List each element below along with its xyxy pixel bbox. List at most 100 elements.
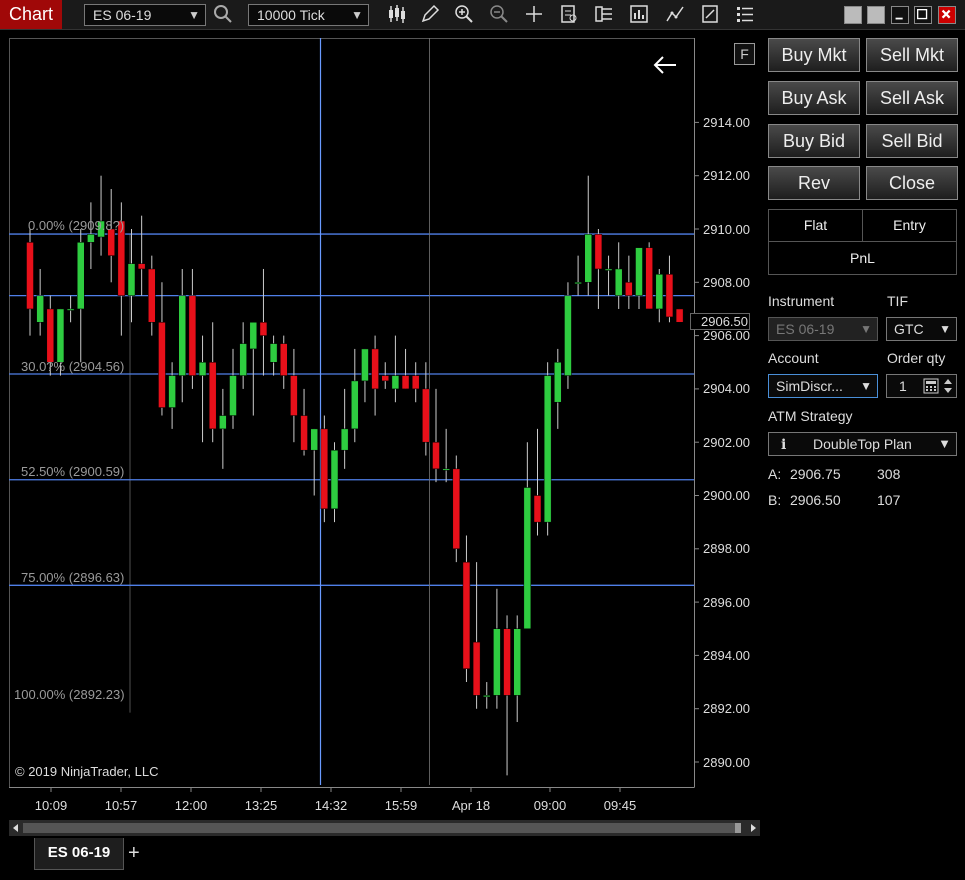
bid-label: B:	[768, 492, 782, 508]
stepper-arrows-icon[interactable]	[943, 377, 953, 395]
candle-body	[432, 441, 440, 470]
sell-mkt-button[interactable]: Sell Mkt	[866, 38, 958, 72]
fib-label: 0.00% (2909.8?)	[28, 218, 125, 233]
price-axis-label: 2910.00	[703, 222, 750, 237]
candle-body	[168, 375, 176, 408]
candle-body	[381, 375, 389, 382]
price-chart[interactable]	[9, 38, 760, 820]
tab-bar: ES 06-19 +	[0, 838, 965, 880]
candle-body	[584, 234, 592, 283]
crosshair-icon[interactable]	[523, 3, 545, 27]
indicators-icon[interactable]	[628, 3, 650, 27]
price-axis-label: 2908.00	[703, 275, 750, 290]
price-axis-label: 2892.00	[703, 701, 750, 716]
time-axis-label: 10:09	[34, 798, 68, 813]
rev-button[interactable]: Rev	[768, 166, 860, 200]
candle-body	[269, 343, 278, 363]
tif-select[interactable]: GTC ▼	[886, 317, 957, 341]
price-axis-label: 2912.00	[703, 168, 750, 183]
time-axis-label: 10:57	[104, 798, 138, 813]
interval-selector[interactable]: 10000 Tick ▼	[248, 4, 369, 26]
price-axis-label: 2894.00	[703, 648, 750, 663]
search-icon[interactable]	[212, 3, 234, 27]
chart-scrollbar[interactable]	[9, 820, 760, 836]
time-axis-label: 12:00	[174, 798, 208, 813]
instrument-selector[interactable]: ES 06-19 ▼	[84, 4, 206, 26]
candle-body	[361, 348, 369, 382]
order-qty-value: 1	[899, 378, 907, 394]
candle-body	[655, 274, 664, 310]
arrow-left-icon[interactable]	[652, 54, 678, 76]
properties-icon[interactable]	[593, 3, 615, 27]
candle-body	[635, 247, 643, 296]
price-axis-label: 2900.00	[703, 488, 750, 503]
add-tab-button[interactable]: +	[128, 842, 140, 865]
ask-size: 308	[877, 466, 901, 482]
ask-label: A:	[768, 466, 782, 482]
drawing-pencil-icon[interactable]	[419, 3, 441, 27]
sell-ask-button[interactable]: Sell Ask	[866, 81, 958, 115]
buy-mkt-button[interactable]: Buy Mkt	[768, 38, 860, 72]
bid-size: 107	[877, 492, 901, 508]
buy-bid-button[interactable]: Buy Bid	[768, 124, 860, 158]
price-axis-label: 2896.00	[703, 595, 750, 610]
atm-strategy-value: DoubleTop Plan	[813, 436, 912, 452]
candle-body	[452, 468, 461, 550]
candle-body	[46, 308, 55, 363]
tif-label: TIF	[887, 293, 908, 309]
chevron-down-icon: ▼	[860, 379, 872, 393]
minimize-button[interactable]	[891, 6, 909, 24]
candle-body	[229, 375, 237, 416]
tif-select-value: GTC	[894, 321, 924, 337]
candle-body	[26, 242, 34, 310]
order-qty-label: Order qty	[887, 350, 946, 366]
templates-icon[interactable]	[699, 3, 721, 27]
candle-body	[340, 428, 349, 451]
candle-body	[533, 495, 542, 523]
candle-body	[310, 428, 318, 451]
close-button[interactable]	[938, 6, 956, 24]
data-box-icon[interactable]	[558, 3, 580, 27]
f-button[interactable]: F	[734, 43, 755, 65]
candle-body	[158, 322, 166, 408]
calculator-icon[interactable]	[923, 378, 939, 394]
instrument-field[interactable]: ES 06-19 ▼	[768, 317, 878, 341]
account-select[interactable]: SimDiscr... ▼	[768, 374, 878, 398]
candle-body	[188, 295, 197, 376]
strategies-icon[interactable]	[664, 3, 686, 27]
candle-body	[391, 375, 400, 390]
fib-label: 75.00% (2896.63)	[21, 570, 125, 585]
candle-body	[77, 242, 85, 310]
candle-body	[614, 268, 623, 296]
candle-body	[462, 561, 471, 669]
scroll-left-icon	[13, 824, 18, 832]
window-link-icon[interactable]	[867, 6, 885, 24]
candle-body	[483, 695, 491, 698]
zoom-in-icon[interactable]	[453, 3, 475, 27]
tab-es-06-19[interactable]: ES 06-19	[34, 838, 124, 870]
list-menu-icon[interactable]	[734, 3, 756, 27]
candle-body	[280, 343, 288, 376]
atm-strategy-select[interactable]: i DoubleTop Plan ▼	[768, 432, 957, 456]
time-axis-label: Apr 18	[451, 798, 491, 813]
candle-body	[208, 362, 217, 430]
zoom-out-icon[interactable]	[488, 3, 510, 27]
chart-style-icon[interactable]	[386, 3, 408, 27]
candle-body	[523, 487, 532, 629]
window-color-icon[interactable]	[844, 6, 862, 24]
candle-body	[594, 234, 603, 270]
order-qty-stepper[interactable]: 1	[886, 374, 957, 398]
maximize-button[interactable]	[914, 6, 932, 24]
position-pnl: PnL	[768, 241, 957, 275]
time-axis-label: 14:32	[314, 798, 348, 813]
candle-body	[300, 415, 308, 451]
chart-panel[interactable]	[9, 38, 760, 837]
sell-bid-button[interactable]: Sell Bid	[866, 124, 958, 158]
fib-label: 100.00% (2892.23)	[14, 687, 125, 702]
instrument-field-value: ES 06-19	[776, 321, 835, 337]
buy-ask-button[interactable]: Buy Ask	[768, 81, 860, 115]
close-position-button[interactable]: Close	[866, 166, 958, 200]
position-flat: Flat	[768, 209, 863, 242]
info-icon[interactable]: i	[781, 437, 786, 453]
price-axis-label: 2890.00	[703, 755, 750, 770]
